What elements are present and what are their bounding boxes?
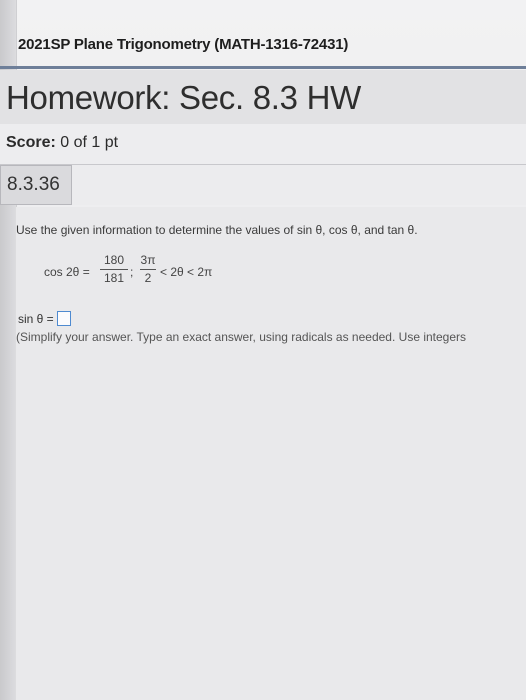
- score-value: 0 of 1 pt: [60, 134, 119, 151]
- fraction-denominator: 2: [144, 271, 152, 285]
- course-header: 2021SP Plane Trigonometry (MATH-1316-724…: [14, 26, 526, 62]
- score-row: Score: 0 of 1 pt: [0, 124, 526, 165]
- answer-hint: (Simplify your answer. Type an exact ans…: [16, 330, 467, 344]
- score-label: Score:: [6, 134, 56, 151]
- answer-row: sin θ =: [18, 311, 71, 326]
- fraction-3pi-2: 3π 2: [140, 253, 156, 285]
- homework-title: Homework: Sec. 8.3 HW: [6, 79, 361, 116]
- given-separator: ;: [130, 265, 134, 279]
- given-equation: cos 2θ = 180 181 ; 3π 2 < 2θ < 2π: [44, 253, 244, 293]
- question-instructions: Use the given information to determine t…: [16, 223, 418, 237]
- homework-title-bar: Homework: Sec. 8.3 HW: [0, 70, 526, 125]
- header-accent-line: [0, 66, 526, 69]
- fraction-denominator: 181: [103, 271, 125, 285]
- given-inequality: < 2θ < 2π: [160, 265, 213, 279]
- course-title[interactable]: 2021SP Plane Trigonometry (MATH-1316-724…: [14, 36, 348, 53]
- question-id: 8.3.36: [7, 174, 60, 195]
- fraction-numerator: 180: [103, 253, 125, 267]
- fraction-bar: [140, 269, 156, 270]
- fraction-bar: [100, 269, 128, 270]
- fraction-numerator: 3π: [140, 253, 156, 267]
- answer-label: sin θ =: [18, 311, 54, 326]
- fraction-180-181: 180 181: [100, 253, 128, 285]
- score: Score: 0 of 1 pt: [6, 134, 118, 152]
- question-id-box[interactable]: 8.3.36: [0, 165, 72, 205]
- given-lhs: cos 2θ =: [44, 265, 90, 279]
- question-id-row: 8.3.36: [0, 165, 526, 205]
- sin-answer-input[interactable]: [56, 311, 71, 326]
